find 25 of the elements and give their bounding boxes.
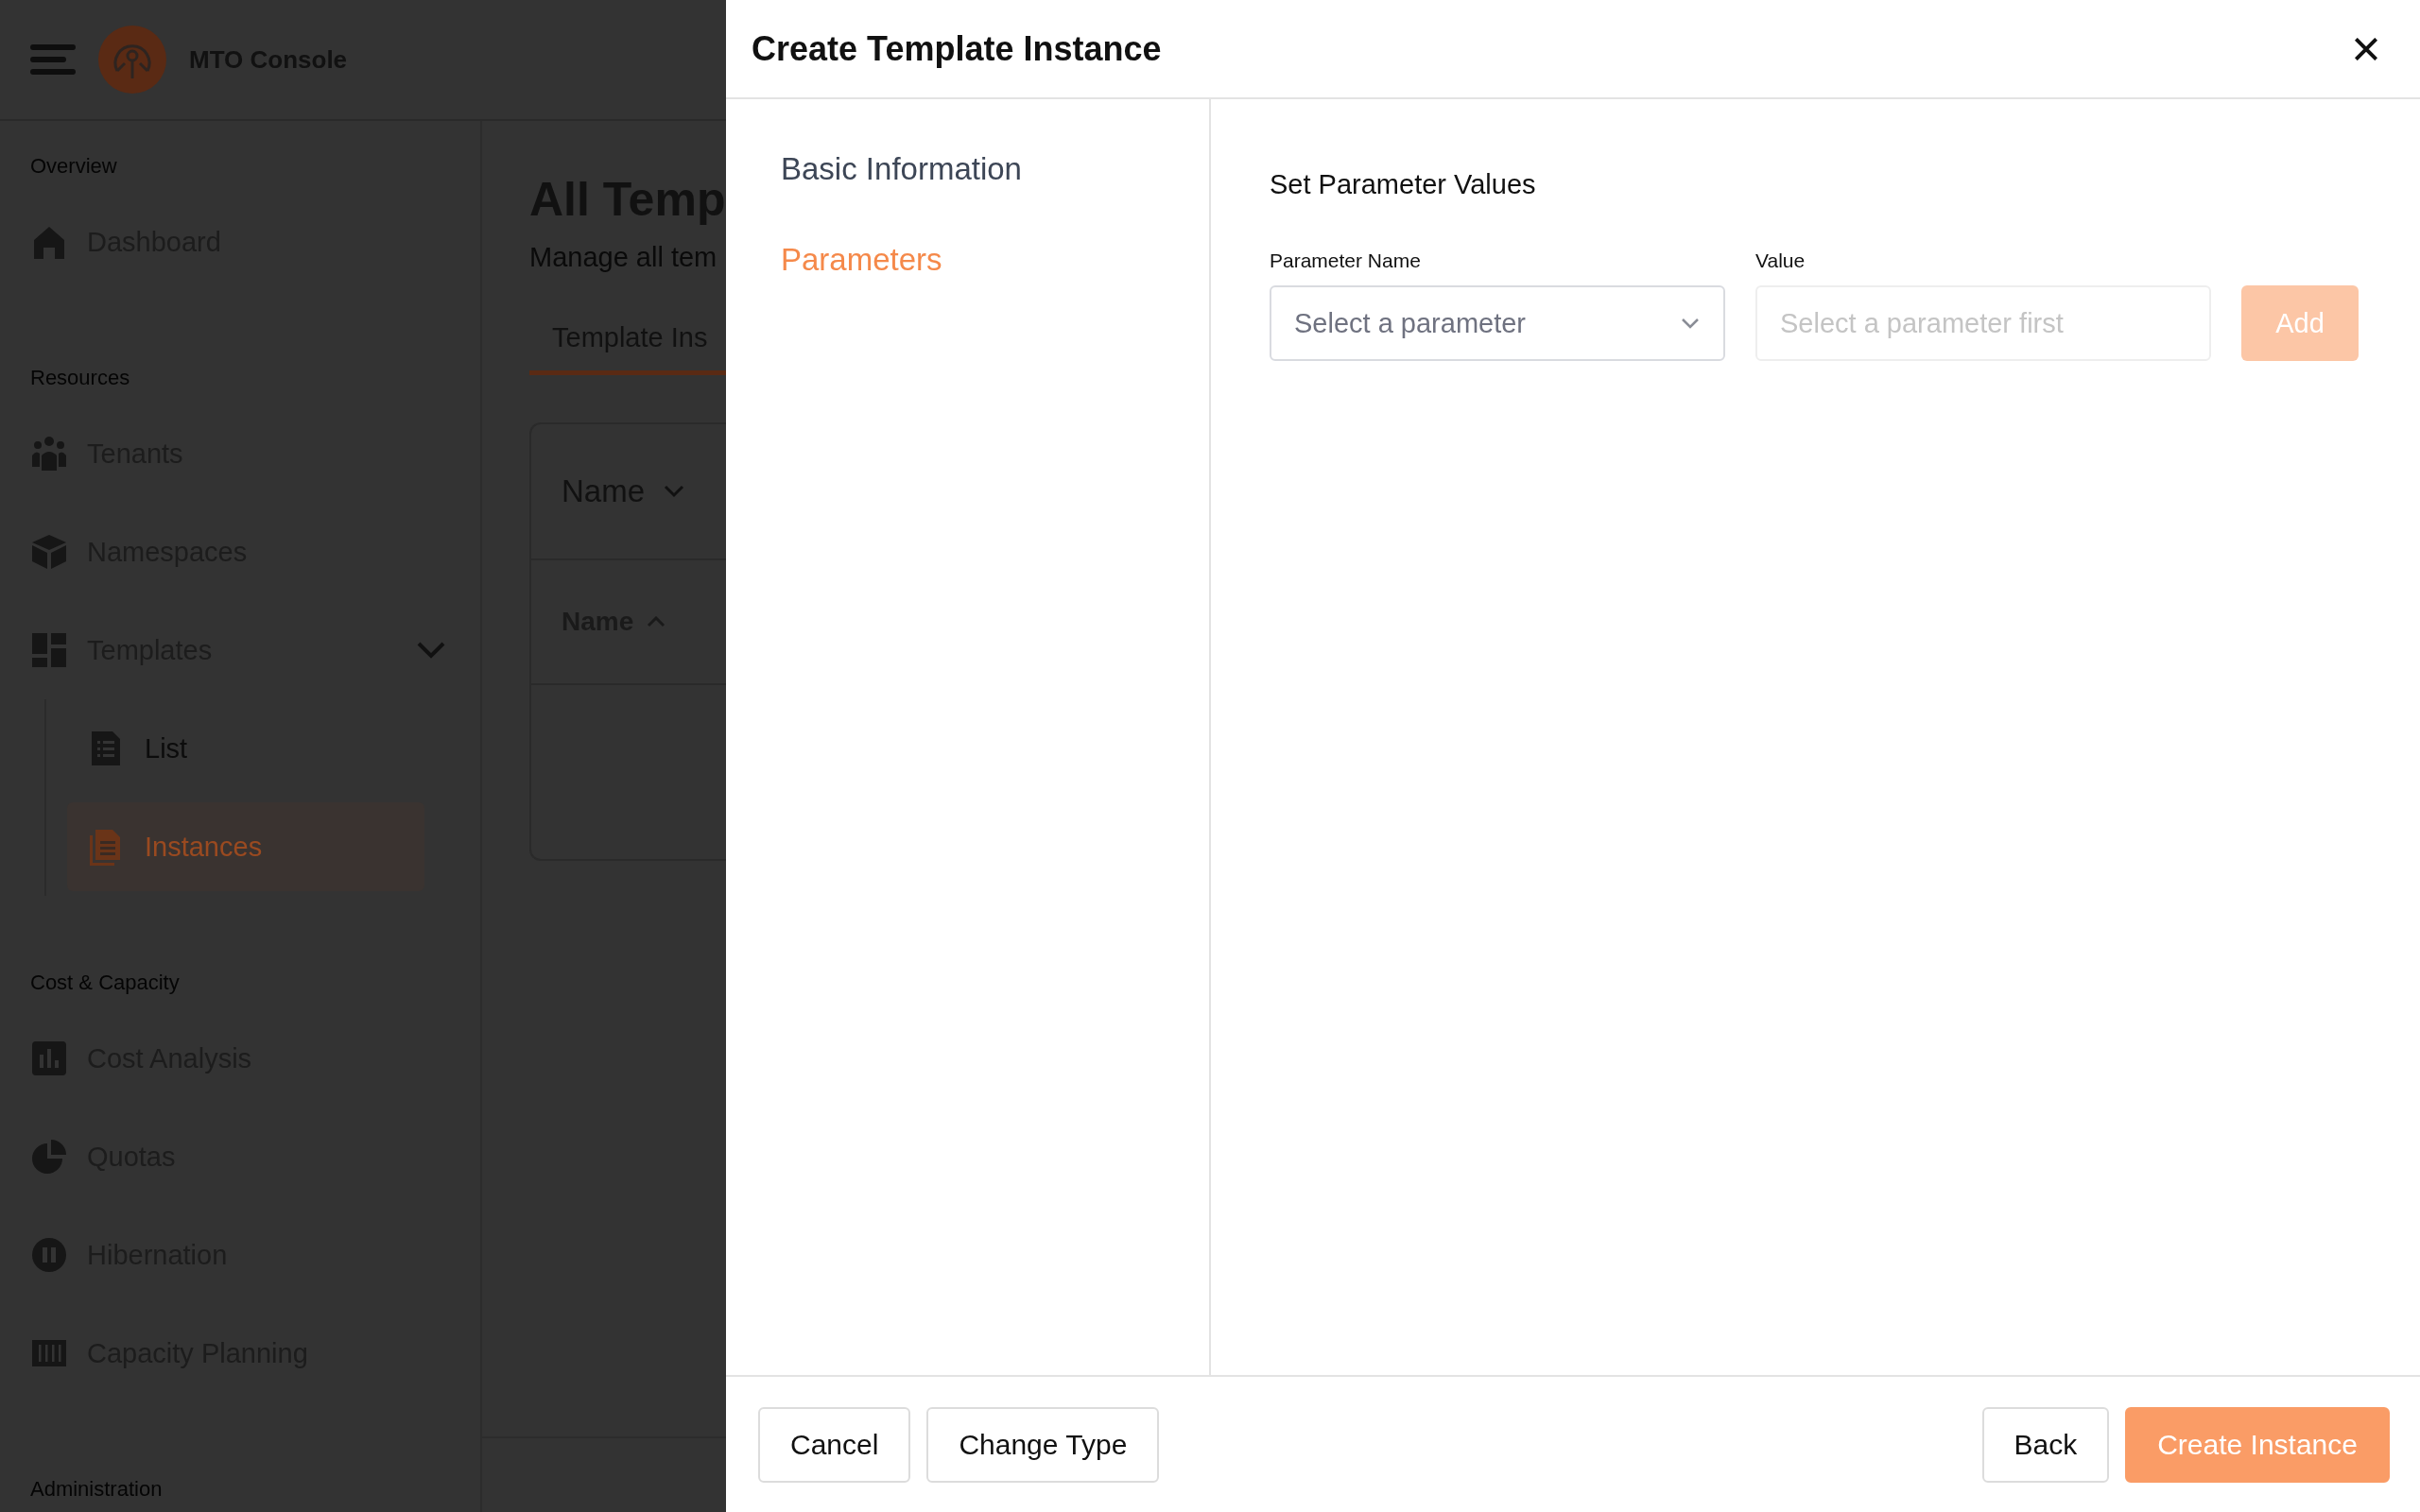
chevron-icon[interactable] — [664, 485, 685, 498]
pie-chart-icon — [30, 1138, 68, 1176]
step-tab[interactable]: Parameters — [726, 215, 942, 305]
people-icon — [30, 435, 68, 472]
step-tab[interactable]: Basic Information — [726, 124, 1022, 215]
section-title: Set Parameter Values — [1270, 169, 1537, 200]
cube-icon — [30, 533, 68, 571]
chevron-icon[interactable] — [416, 641, 446, 660]
field-label: Value — [1755, 249, 1806, 272]
create-button[interactable]: Create Instance — [2125, 1406, 2390, 1483]
grid-icon — [30, 631, 68, 669]
menu-icon[interactable] — [30, 43, 76, 77]
footer-button[interactable]: Back — [1981, 1406, 2110, 1483]
sidebar-item[interactable]: Instances — [67, 802, 424, 891]
select-field[interactable]: Select a parameter — [1270, 285, 1725, 361]
dialog-title: Create Template Instance — [752, 28, 1162, 69]
footer-button[interactable]: Cancel — [758, 1406, 911, 1483]
close-icon — [2355, 37, 2377, 60]
chevron-icon[interactable] — [1680, 317, 1701, 330]
sort-icon[interactable] — [647, 616, 666, 627]
pause-icon — [30, 1236, 68, 1274]
footer-button[interactable]: Change Type — [926, 1406, 1160, 1483]
logo-icon — [98, 26, 166, 94]
bar-chart-icon — [30, 1040, 68, 1077]
field-label: Parameter Name — [1270, 249, 1422, 272]
